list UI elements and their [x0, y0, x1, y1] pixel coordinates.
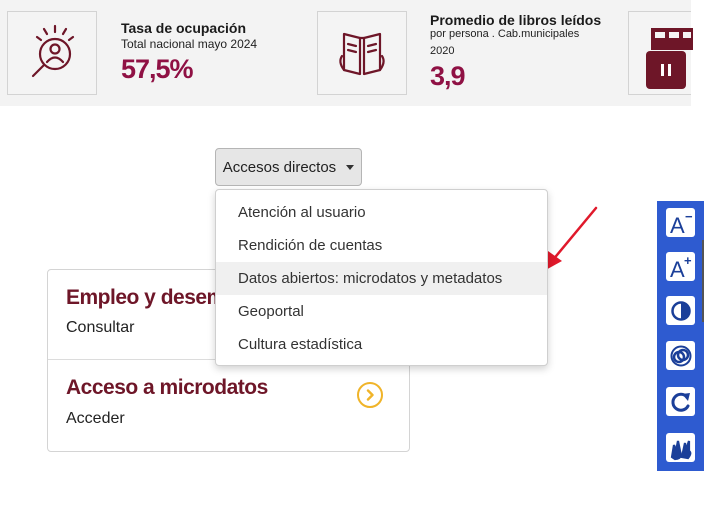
card-link[interactable]: Consultar — [66, 319, 134, 337]
card-microdatos[interactable]: Acceso a microdatos Acceder — [48, 360, 409, 453]
stat-title: Tasa de ocupación — [121, 20, 246, 36]
decrease-font-icon: A − — [670, 210, 693, 236]
menu-item-rendicion-cuentas[interactable]: Rendición de cuentas — [216, 229, 547, 262]
pause-icon — [661, 64, 671, 76]
menu-item-atencion-usuario[interactable]: Atención al usuario — [216, 196, 547, 229]
reset-button[interactable] — [666, 387, 695, 416]
stat-value: 3,9 — [430, 61, 466, 91]
svg-text:−: − — [685, 210, 693, 224]
menu-item-datos-abiertos[interactable]: Datos abiertos: microdatos y metadatos — [216, 262, 547, 295]
stat-subtitle-year: 2020 — [430, 45, 455, 57]
card-title: Acceso a microdatos — [66, 376, 268, 399]
carousel-pause-button[interactable] — [646, 51, 686, 89]
decrease-font-button[interactable]: A − — [666, 208, 695, 237]
svg-text:+: + — [684, 254, 692, 268]
accesos-directos-dropdown-toggle[interactable]: Accesos directos — [215, 148, 362, 186]
grayscale-button[interactable] — [666, 341, 695, 370]
stat-subtitle: por persona . Cab.municipales — [430, 28, 580, 40]
menu-item-geoportal[interactable]: Geoportal — [216, 295, 547, 328]
accessibility-toolbar: A − A + — [657, 201, 704, 471]
sign-language-button[interactable] — [666, 433, 695, 462]
chevron-right-icon[interactable] — [357, 382, 383, 408]
desaturate-icon — [670, 345, 691, 366]
contrast-button[interactable] — [666, 296, 695, 325]
stat-icon-box-libros — [317, 11, 407, 95]
stat-subtitle: Total nacional mayo 2024 — [121, 37, 258, 51]
search-person-icon — [31, 24, 75, 78]
dropdown-label: Accesos directos — [222, 158, 337, 176]
stat-title: Promedio de libros leídos — [430, 12, 602, 28]
increase-font-icon: A + — [670, 254, 692, 280]
svg-text:A: A — [670, 213, 685, 236]
accesos-directos-menu: Atención al usuario Rendición de cuentas… — [215, 189, 548, 366]
open-book-icon — [339, 32, 385, 76]
menu-item-cultura-estadistica[interactable]: Cultura estadística — [216, 328, 547, 361]
stat-icon-box-ocupacion — [7, 11, 97, 95]
stats-band: Tasa de ocupación Total nacional mayo 20… — [0, 0, 693, 106]
annotation-arrow-icon — [542, 206, 598, 272]
reset-icon — [670, 392, 690, 412]
caret-down-icon — [346, 164, 355, 170]
card-link[interactable]: Acceder — [66, 410, 125, 428]
increase-font-button[interactable]: A + — [666, 252, 695, 281]
contrast-icon — [670, 300, 691, 321]
sign-language-icon — [670, 440, 691, 460]
stat-value: 57,5% — [121, 54, 194, 84]
svg-text:A: A — [670, 257, 685, 280]
